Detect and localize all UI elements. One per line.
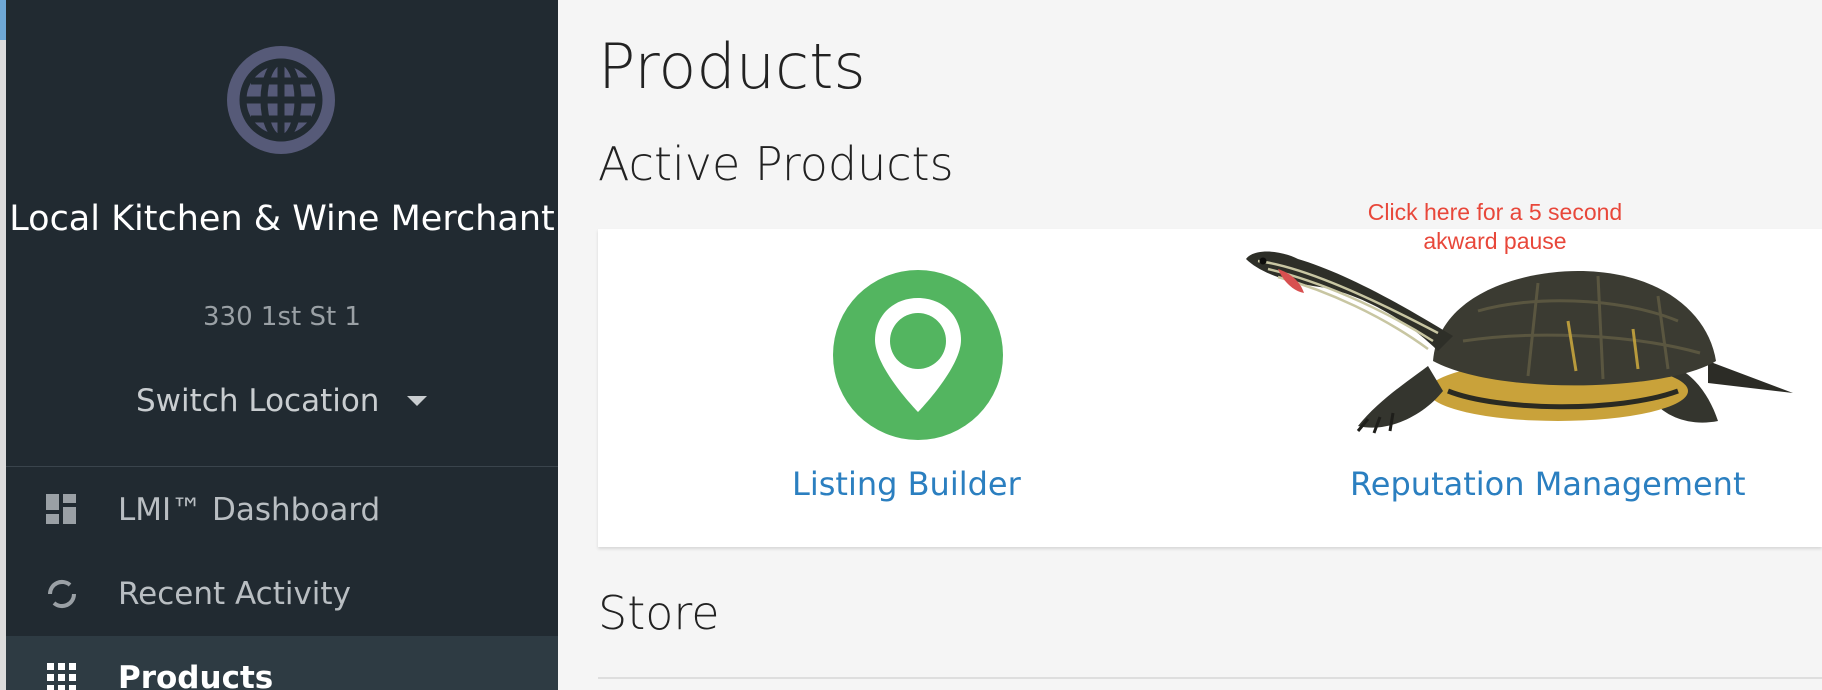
store-heading: Store bbox=[598, 586, 720, 640]
map-pin-icon bbox=[833, 270, 1003, 440]
sidebar-divider bbox=[6, 466, 558, 467]
caret-down-icon bbox=[407, 396, 428, 406]
product-reputation-management[interactable]: Reputation Management bbox=[1238, 229, 1822, 547]
switch-location-label: Switch Location bbox=[136, 383, 380, 419]
sidebar-item-products[interactable]: Products bbox=[6, 636, 558, 690]
business-address: 330 1st St 1 bbox=[203, 302, 361, 332]
sidebar-item-recent-activity[interactable]: Recent Activity bbox=[6, 552, 558, 636]
grid-icon bbox=[47, 663, 76, 690]
sidebar-item-label: LMI™ Dashboard bbox=[118, 492, 381, 528]
activity-icon bbox=[47, 579, 77, 609]
globe-icon bbox=[227, 46, 335, 154]
store-divider bbox=[598, 677, 1822, 679]
business-name: Local Kitchen & Wine Merchant bbox=[9, 199, 555, 239]
sidebar-item-dashboard[interactable]: LMI™ Dashboard bbox=[6, 468, 558, 552]
product-listing-builder[interactable]: Listing Builder bbox=[768, 229, 1068, 547]
reputation-management-link[interactable]: Reputation Management bbox=[1350, 465, 1746, 503]
active-products-heading: Active Products bbox=[598, 137, 954, 191]
sidebar-item-label: Recent Activity bbox=[118, 576, 351, 612]
dashboard-icon bbox=[46, 494, 76, 524]
sidebar-item-label: Products bbox=[118, 660, 274, 690]
sidebar: Local Kitchen & Wine Merchant 330 1st St… bbox=[6, 0, 558, 690]
active-products-card: Listing Builder Reputation Management bbox=[598, 229, 1822, 547]
page-title: Products bbox=[598, 30, 866, 103]
turtle-image bbox=[1246, 251, 1793, 434]
switch-location-dropdown[interactable]: Switch Location bbox=[136, 380, 428, 422]
annotation-note: Click here for a 5 second akward pause bbox=[1367, 199, 1623, 254]
listing-builder-link[interactable]: Listing Builder bbox=[792, 465, 1021, 503]
